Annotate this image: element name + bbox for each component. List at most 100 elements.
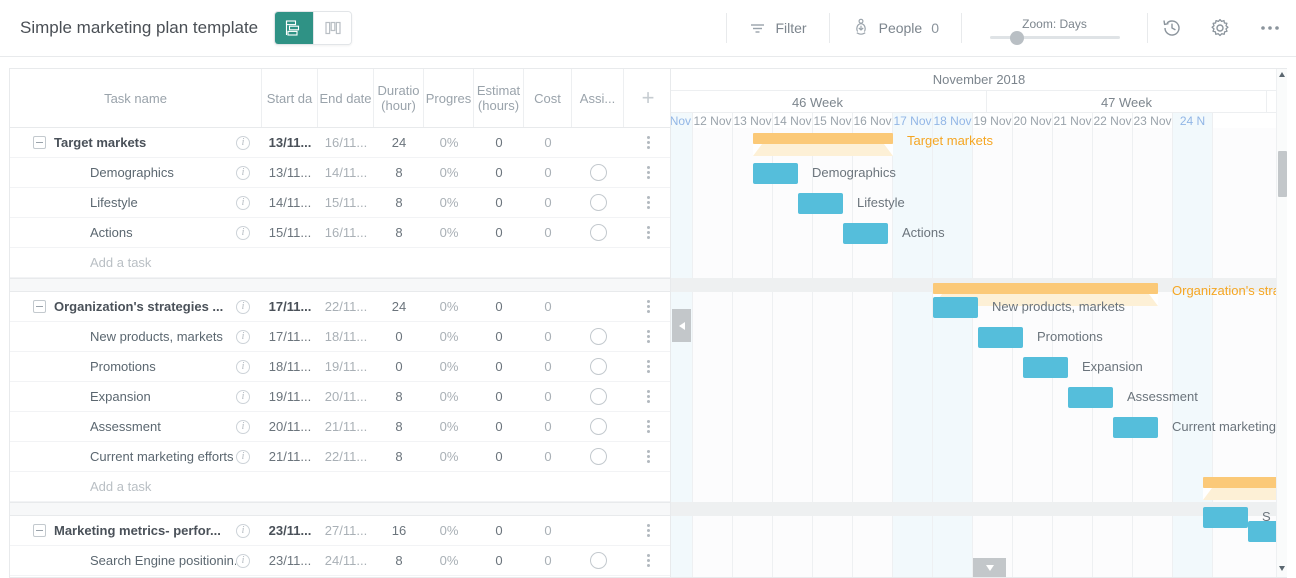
cell-progress[interactable]: 0% <box>424 352 474 382</box>
cell-cost[interactable]: 0 <box>524 292 572 322</box>
cell-cost[interactable]: 0 <box>524 322 572 352</box>
cell-cost[interactable]: 0 <box>524 516 572 546</box>
table-row[interactable]: Search Engine positionin... i 23/11... 24/1… <box>10 546 670 576</box>
gantt-task-bar[interactable] <box>1023 357 1068 378</box>
assignee-avatar-placeholder[interactable] <box>589 448 607 465</box>
gantt-task-bar[interactable] <box>1068 387 1113 408</box>
collapse-group-toggle[interactable] <box>33 524 46 537</box>
cell-duration[interactable]: 8 <box>374 546 424 576</box>
info-icon[interactable]: i <box>236 359 250 374</box>
cell-duration[interactable]: 8 <box>374 188 424 218</box>
cell-start[interactable]: 20/11... <box>262 412 318 442</box>
cell-assignee[interactable] <box>572 546 624 576</box>
info-icon[interactable]: i <box>236 553 250 568</box>
cell-start[interactable]: 21/11... <box>262 442 318 472</box>
cell-add[interactable] <box>624 442 670 472</box>
cell-start[interactable]: 23/11... <box>262 516 318 546</box>
table-row[interactable]: Current marketing efforts i 21/11... 22/11.… <box>10 442 670 472</box>
cell-estimate[interactable]: 0 <box>474 158 524 188</box>
cell-name[interactable]: Lifestyle i <box>10 188 262 218</box>
column-header-assignee[interactable]: Assi... <box>572 69 624 127</box>
cell-duration[interactable]: 8 <box>374 382 424 412</box>
cell-add[interactable] <box>624 158 670 188</box>
cell-duration[interactable]: 24 <box>374 128 424 158</box>
cell-assignee[interactable] <box>572 158 624 188</box>
row-menu-icon[interactable] <box>646 300 650 313</box>
cell-add[interactable] <box>624 382 670 412</box>
row-menu-icon[interactable] <box>646 360 650 373</box>
cell-cost[interactable]: 0 <box>524 412 572 442</box>
cell-end[interactable]: 19/11... <box>318 352 374 382</box>
assignee-avatar-placeholder[interactable] <box>589 164 607 181</box>
table-row[interactable]: Demographics i 13/11... 14/11... 8 0% 0 0 <box>10 158 670 188</box>
zoom-slider[interactable]: Zoom: Days <box>962 17 1147 45</box>
cell-cost[interactable]: 0 <box>524 128 572 158</box>
vertical-scrollbar[interactable] <box>1276 69 1287 577</box>
cell-progress[interactable]: 0% <box>424 516 474 546</box>
cell-end[interactable]: 15/11... <box>318 188 374 218</box>
cell-cost[interactable]: 0 <box>524 158 572 188</box>
cell-end[interactable]: 27/11... <box>318 516 374 546</box>
info-icon[interactable]: i <box>236 329 250 344</box>
cell-estimate[interactable]: 0 <box>474 322 524 352</box>
cell-add[interactable] <box>624 322 670 352</box>
info-icon[interactable]: i <box>236 419 250 434</box>
column-header-add[interactable]: + <box>624 69 670 127</box>
filter-button[interactable]: Filter <box>727 0 828 57</box>
table-row-group[interactable]: Target markets i 13/11... 16/11... 24 0% 0 0 <box>10 128 670 158</box>
cell-estimate[interactable]: 0 <box>474 382 524 412</box>
gantt-view-button[interactable] <box>275 12 314 44</box>
cell-cost[interactable]: 0 <box>524 218 572 248</box>
scroll-up-arrow-icon[interactable] <box>1279 72 1285 77</box>
info-icon[interactable]: i <box>236 449 250 464</box>
info-icon[interactable]: i <box>236 165 250 180</box>
cell-start[interactable]: 17/11... <box>262 322 318 352</box>
gantt-task-bar[interactable] <box>933 297 978 318</box>
collapse-panel-handle[interactable] <box>672 309 691 342</box>
cell-progress[interactable]: 0% <box>424 412 474 442</box>
info-icon[interactable]: i <box>236 389 250 404</box>
cell-add[interactable] <box>624 412 670 442</box>
cell-name[interactable]: New products, markets i <box>10 322 262 352</box>
table-row[interactable]: Promotions i 18/11... 19/11... 0 0% 0 0 <box>10 352 670 382</box>
scrollbar-thumb[interactable] <box>1278 151 1287 197</box>
cell-progress[interactable]: 0% <box>424 322 474 352</box>
gantt-task-bar[interactable] <box>753 163 798 184</box>
assignee-avatar-placeholder[interactable] <box>589 418 607 435</box>
assignee-avatar-placeholder[interactable] <box>589 552 607 569</box>
cell-name[interactable]: Promotions i <box>10 352 262 382</box>
people-button[interactable]: People 0 <box>830 0 961 57</box>
cell-name[interactable]: Target markets i <box>10 128 262 158</box>
cell-assignee[interactable] <box>572 516 624 546</box>
cell-cost[interactable]: 0 <box>524 546 572 576</box>
info-icon[interactable]: i <box>236 299 250 314</box>
row-menu-icon[interactable] <box>646 136 650 149</box>
table-row[interactable]: Expansion i 19/11... 20/11... 8 0% 0 0 <box>10 382 670 412</box>
cell-assignee[interactable] <box>572 412 624 442</box>
row-menu-icon[interactable] <box>646 524 650 537</box>
cell-add[interactable] <box>624 292 670 322</box>
column-header-name[interactable]: Task name <box>10 69 262 127</box>
table-row-group[interactable]: Marketing metrics- perfor... i 23/11... 27/… <box>10 516 670 546</box>
info-icon[interactable]: i <box>236 195 250 210</box>
history-button[interactable] <box>1148 0 1196 57</box>
cell-duration[interactable]: 8 <box>374 158 424 188</box>
cell-cost[interactable]: 0 <box>524 382 572 412</box>
cell-end[interactable]: 18/11... <box>318 322 374 352</box>
table-row-group[interactable]: Organization's strategies ... i 17/11... 22… <box>10 292 670 322</box>
assignee-avatar-placeholder[interactable] <box>589 194 607 211</box>
row-menu-icon[interactable] <box>646 390 650 403</box>
cell-name[interactable]: Search Engine positionin... i <box>10 546 262 576</box>
collapse-group-toggle[interactable] <box>33 136 46 149</box>
cell-name[interactable]: Expansion i <box>10 382 262 412</box>
assignee-avatar-placeholder[interactable] <box>589 328 607 345</box>
add-task-row[interactable]: Add a task <box>10 248 670 278</box>
collapse-group-toggle[interactable] <box>33 300 46 313</box>
cell-duration[interactable]: 8 <box>374 412 424 442</box>
cell-assignee[interactable] <box>572 292 624 322</box>
cell-name[interactable]: Assessment i <box>10 412 262 442</box>
cell-end[interactable]: 16/11... <box>318 218 374 248</box>
cell-end[interactable]: 20/11... <box>318 382 374 412</box>
cell-duration[interactable]: 0 <box>374 322 424 352</box>
cell-assignee[interactable] <box>572 128 624 158</box>
